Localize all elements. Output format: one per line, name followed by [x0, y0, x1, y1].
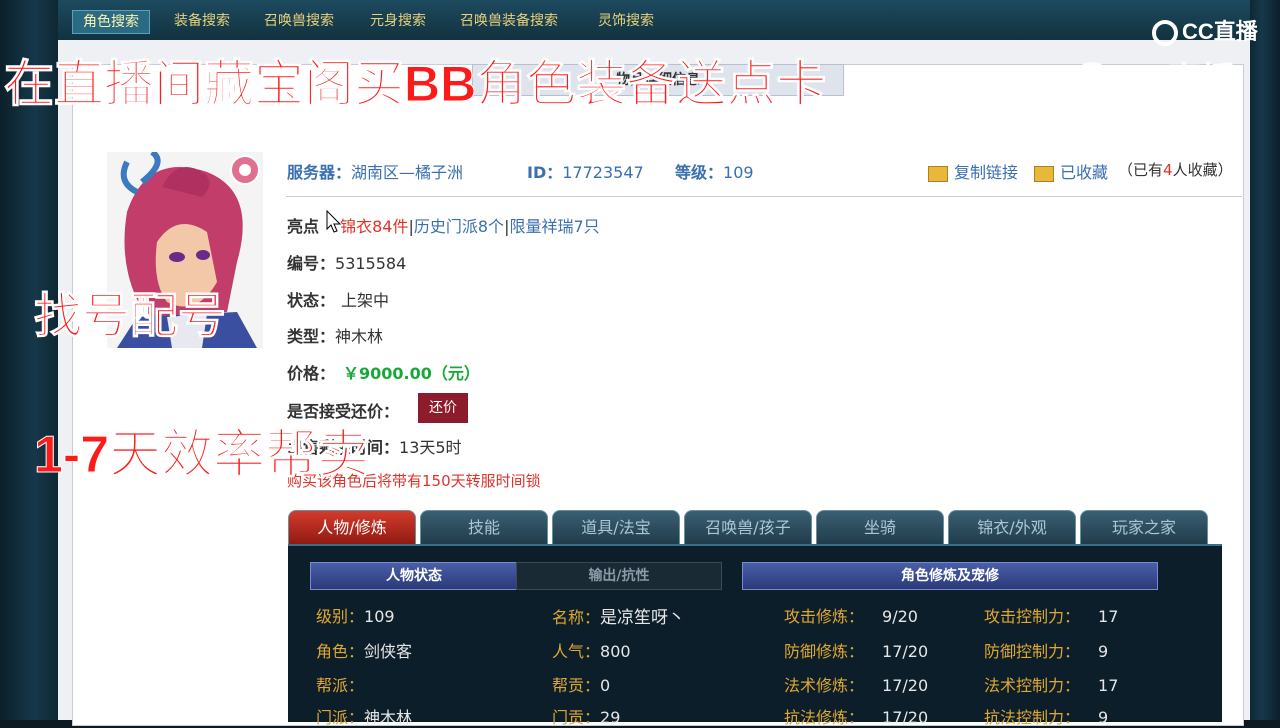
- cc-logo-small-text: CC直播: [1182, 19, 1258, 44]
- overlay-sell-service: 1-7天效率帮卖: [33, 426, 370, 485]
- right-frame: [1250, 0, 1280, 720]
- overlay-find-account: 找号配号: [33, 290, 227, 344]
- id-value: 17723547: [562, 163, 644, 182]
- top-nav: 角色搜索 装备搜索 召唤兽搜索 元身搜索 召唤兽装备搜索 灵饰搜索: [58, 0, 1250, 40]
- fav-count-suffix: 人收藏）: [1172, 161, 1233, 179]
- stat-sect: 门派：神木林: [316, 708, 413, 727]
- nav-role-search[interactable]: 角色搜索: [72, 10, 150, 34]
- stat-magic-cultivation: 法术修炼： 17/20: [784, 676, 929, 695]
- favorite-count: （已有4人收藏）: [1118, 159, 1233, 180]
- serial-label: 编号：: [287, 254, 336, 273]
- stat-guild-contrib: 帮贡：0: [552, 676, 611, 695]
- status-row: 状态： 上架中: [287, 287, 389, 311]
- folder-star-icon: [1034, 165, 1054, 182]
- level-value: 109: [723, 163, 754, 182]
- tab-pets[interactable]: 召唤兽/孩子: [684, 510, 812, 545]
- cc-logo-large-text: CC直播: [1118, 61, 1236, 99]
- type-value: 神木林: [335, 327, 384, 346]
- serial-row: 编号：5315584: [287, 250, 406, 274]
- stats-panel: 人物状态 输出/抗性 角色修炼及宠修 级别：109 角色：剑侠客 帮派： 门派：…: [288, 544, 1222, 727]
- highlight-label: 亮点: [287, 217, 320, 236]
- serial-value: 5315584: [335, 254, 407, 273]
- price-row: 价格： ￥9000.00（元）: [287, 360, 480, 384]
- stat-attack-cultivation: 攻击修炼： 9/20: [784, 607, 918, 626]
- subtab-output[interactable]: 输出/抗性: [516, 562, 722, 590]
- overlay-banner: 在直播间藏宝阁买BB角色装备送点卡: [3, 56, 827, 113]
- stat-popularity: 人气：800: [552, 642, 631, 661]
- stat-guild: 帮派：: [316, 676, 365, 695]
- type-row: 类型：神木林: [287, 323, 383, 347]
- tab-character[interactable]: 人物/修炼: [288, 510, 416, 545]
- highlight-item-mounts[interactable]: 限量祥瑞7只: [509, 217, 599, 236]
- copy-link-button[interactable]: 复制链接: [954, 163, 1018, 182]
- tab-items[interactable]: 道具/法宝: [552, 510, 680, 545]
- server-row: 服务器：湖南区—橘子洲: [287, 159, 463, 183]
- highlight-item-outfits[interactable]: 锦衣84件: [340, 217, 408, 236]
- stat-defense-cultivation: 防御修炼： 17/20: [784, 642, 929, 661]
- server-label: 服务器：: [287, 163, 352, 182]
- tab-player-home[interactable]: 玩家之家: [1080, 510, 1208, 545]
- tab-outfits[interactable]: 锦衣/外观: [948, 510, 1076, 545]
- type-label: 类型：: [287, 327, 336, 346]
- divider: [286, 196, 1242, 197]
- tab-mounts[interactable]: 坐骑: [816, 510, 944, 545]
- mouse-cursor-icon: [326, 210, 342, 233]
- stat-attack-control: 攻击控制力： 17: [984, 607, 1119, 626]
- level-row: 等级：109: [675, 159, 754, 183]
- stat-resist-control: 抗法控制力： 9: [984, 708, 1109, 727]
- stat-name: 名称：是凉笙呀丶: [552, 608, 686, 628]
- nav-equipment-search[interactable]: 装备搜索: [164, 10, 240, 32]
- nav-yuanshen-search[interactable]: 元身搜索: [360, 10, 436, 32]
- nav-ornament-search[interactable]: 灵饰搜索: [588, 10, 664, 32]
- tab-skills[interactable]: 技能: [420, 510, 548, 545]
- cc-logo-large-icon: [1072, 62, 1112, 103]
- nav-pet-search[interactable]: 召唤兽搜索: [254, 10, 344, 32]
- highlight-item-sects[interactable]: 历史门派8个: [414, 217, 504, 236]
- stat-magic-control: 法术控制力： 17: [984, 676, 1119, 695]
- cc-logo-large: CC直播: [1072, 52, 1236, 103]
- stat-sect-contrib: 门贡：29: [552, 708, 621, 727]
- status-label: 状态：: [287, 291, 336, 310]
- cc-logo-icon: [1152, 20, 1178, 47]
- nav-pet-equipment-search[interactable]: 召唤兽装备搜索: [450, 10, 568, 32]
- price-label: 价格：: [287, 364, 336, 383]
- folder-link-icon: [928, 165, 948, 182]
- status-value: 上架中: [341, 291, 390, 310]
- server-value: 湖南区—橘子洲: [351, 163, 464, 182]
- id-row: ID：17723547: [527, 159, 644, 183]
- favorited-button[interactable]: 已收藏: [1060, 163, 1108, 182]
- fav-count-number: 4: [1163, 161, 1173, 179]
- stat-defense-control: 防御控制力： 9: [984, 642, 1109, 661]
- price-value: ￥9000.00（元）: [343, 364, 480, 383]
- cc-logo-small: CC直播: [1152, 14, 1258, 47]
- level-label: 等级：: [675, 163, 724, 182]
- stat-resist-cultivation: 抗法修炼： 17/20: [784, 708, 929, 727]
- fav-count-prefix: （已有: [1118, 161, 1164, 179]
- remaining-value: 13天5时: [399, 438, 462, 457]
- id-label: ID：: [527, 163, 563, 182]
- stat-level: 级别：109: [316, 607, 395, 626]
- stat-role: 角色：剑侠客: [316, 642, 413, 661]
- copy-link-action[interactable]: 复制链接: [928, 159, 1018, 183]
- cultivation-header: 角色修炼及宠修: [742, 562, 1158, 590]
- favorite-action[interactable]: 已收藏: [1034, 159, 1108, 183]
- subtab-status[interactable]: 人物状态: [310, 562, 518, 590]
- haggle-button[interactable]: 还价: [418, 393, 468, 423]
